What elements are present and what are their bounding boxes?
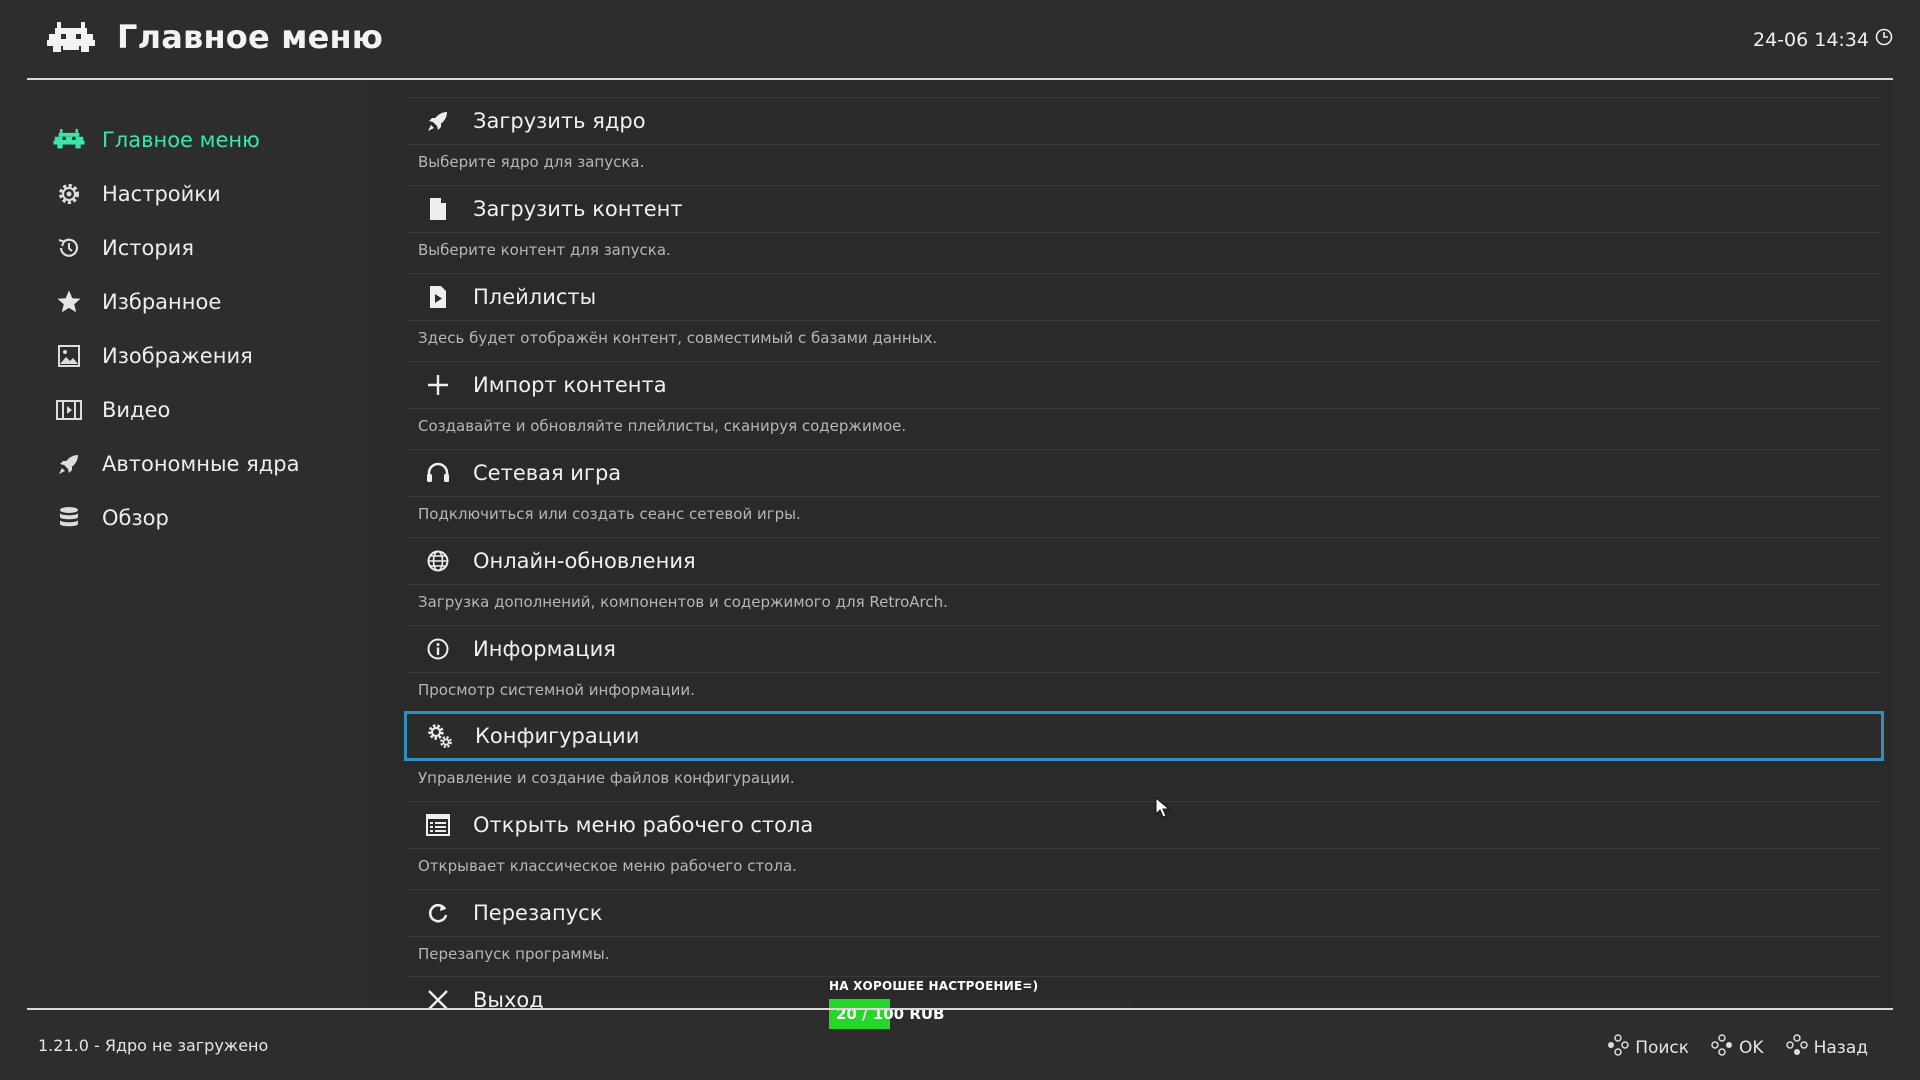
menu-item-restart[interactable]: Перезапуск (405, 889, 1883, 937)
headset-icon (423, 458, 453, 488)
clock-text: 24-06 14:34 (1752, 28, 1869, 51)
menu-item-netplay[interactable]: Сетевая игра (405, 449, 1883, 497)
menu-item-description: Выберите ядро для запуска. (418, 153, 645, 171)
rocket-icon (52, 447, 86, 481)
footer-divider (27, 1008, 1893, 1010)
menu-item-description: Открывает классическое меню рабочего сто… (418, 857, 797, 875)
clock-icon (1875, 28, 1893, 51)
menu-item-description: Здесь будет отображён контент, совместим… (418, 329, 938, 347)
gamepad-button-icon (1607, 1034, 1629, 1061)
sidebar-item-images[interactable]: Изображения (52, 336, 352, 376)
star-icon (52, 285, 86, 319)
sidebar-item-label: Изображения (102, 344, 253, 368)
retroarch-invader-icon (47, 22, 95, 56)
retroarch-invader-icon (52, 123, 86, 157)
plus-icon (423, 370, 453, 400)
hint-search[interactable]: Поиск (1607, 1034, 1689, 1061)
gears-icon (425, 721, 455, 751)
sidebar-item-label: Настройки (102, 182, 221, 206)
menu-item-label: Импорт контента (473, 373, 667, 397)
history-icon (52, 231, 86, 265)
footer-hints: Поиск OK Назад (1607, 1034, 1868, 1061)
sidebar-item-label: Избранное (102, 290, 222, 314)
donation-title: НА ХОРОШЕЕ НАСТРОЕНИЕ=) (829, 979, 1039, 993)
donation-widget: НА ХОРОШЕЕ НАСТРОЕНИЕ=) 20 / 100 RUB (829, 979, 1134, 1029)
menu-item-import-content[interactable]: Импорт контента (405, 361, 1883, 409)
sidebar-item-label: История (102, 236, 194, 260)
restart-icon (423, 898, 453, 928)
menu-item-label: Открыть меню рабочего стола (473, 813, 814, 837)
menu-item-description: Создавайте и обновляйте плейлисты, скани… (418, 417, 907, 435)
header: Главное меню 24-06 14:34 (27, 0, 1893, 80)
menu-item-configurations[interactable]: Конфигурации (404, 711, 1884, 761)
gamepad-button-icon (1785, 1034, 1808, 1061)
menu-item-information[interactable]: Информация (405, 625, 1883, 673)
menu-item-load-content[interactable]: Загрузить контент (405, 185, 1883, 233)
image-icon (52, 339, 86, 373)
menu-item-load-core[interactable]: Загрузить ядро (405, 97, 1883, 145)
menu-item-description: Перезапуск программы. (418, 945, 610, 963)
menu-item-description: Подключиться или создать сеанс сетевой и… (418, 505, 801, 523)
main-menu-list: Загрузить ядро Выберите ядро для запуска… (368, 80, 1893, 1012)
menu-item-desktop-menu[interactable]: Открыть меню рабочего стола (405, 801, 1883, 849)
sidebar: Главное меню Настройки История Избранное… (0, 80, 368, 1008)
menu-item-playlists[interactable]: Плейлисты (405, 273, 1883, 321)
menu-item-description: Управление и создание файлов конфигураци… (418, 769, 795, 787)
film-icon (52, 393, 86, 427)
menu-item-label: Информация (473, 637, 616, 661)
sidebar-item-favorites[interactable]: Избранное (52, 282, 352, 322)
globe-icon (423, 546, 453, 576)
sidebar-item-settings[interactable]: Настройки (52, 174, 352, 214)
sidebar-item-browse[interactable]: Обзор (52, 498, 352, 538)
retroarch-window: Главное меню 24-06 14:34 Главное меню На… (0, 0, 1920, 1080)
gear-icon (52, 177, 86, 211)
menu-item-description: Выберите контент для запуска. (418, 241, 671, 259)
menu-item-label: Сетевая игра (473, 461, 622, 485)
file-icon (423, 194, 453, 224)
hint-label: Поиск (1635, 1037, 1690, 1058)
sidebar-item-history[interactable]: История (52, 228, 352, 268)
hint-label: OK (1739, 1037, 1764, 1058)
version-status: 1.21.0 - Ядро не загружено (38, 1036, 269, 1055)
hint-label: Назад (1813, 1037, 1868, 1058)
sidebar-item-video[interactable]: Видео (52, 390, 352, 430)
menu-item-online-updater[interactable]: Онлайн-обновления (405, 537, 1883, 585)
sidebar-item-main-menu[interactable]: Главное меню (52, 120, 352, 160)
gamepad-button-icon (1711, 1034, 1733, 1061)
sidebar-item-label: Автономные ядра (102, 452, 300, 476)
menu-item-label: Онлайн-обновления (473, 549, 696, 573)
menu-item-description: Просмотр системной информации. (418, 681, 695, 699)
menu-item-quit[interactable]: Выход (405, 976, 1883, 1023)
mouse-cursor-icon (1155, 796, 1171, 823)
rocket-icon (423, 106, 453, 136)
sidebar-item-standalone-cores[interactable]: Автономные ядра (52, 444, 352, 484)
database-icon (52, 501, 86, 535)
menu-item-label: Плейлисты (473, 285, 597, 309)
menu-item-description: Загрузка дополнений, компонентов и содер… (418, 593, 948, 611)
sidebar-item-label: Главное меню (102, 128, 260, 152)
donation-progress-bar: 20 / 100 RUB (829, 999, 1134, 1029)
menu-item-label: Загрузить контент (473, 197, 683, 221)
clock: 24-06 14:34 (1753, 28, 1893, 51)
menu-item-label: Конфигурации (475, 724, 640, 748)
sidebar-item-label: Видео (102, 398, 171, 422)
hint-ok[interactable]: OK (1711, 1034, 1764, 1061)
playlist-icon (423, 282, 453, 312)
info-icon (423, 634, 453, 664)
menu-item-label: Перезапуск (473, 901, 603, 925)
sidebar-item-label: Обзор (102, 506, 169, 530)
page-title: Главное меню (117, 18, 384, 56)
list-icon (423, 810, 453, 840)
menu-item-label: Загрузить ядро (473, 109, 646, 133)
hint-back[interactable]: Назад (1785, 1034, 1868, 1061)
close-icon (423, 985, 453, 1015)
